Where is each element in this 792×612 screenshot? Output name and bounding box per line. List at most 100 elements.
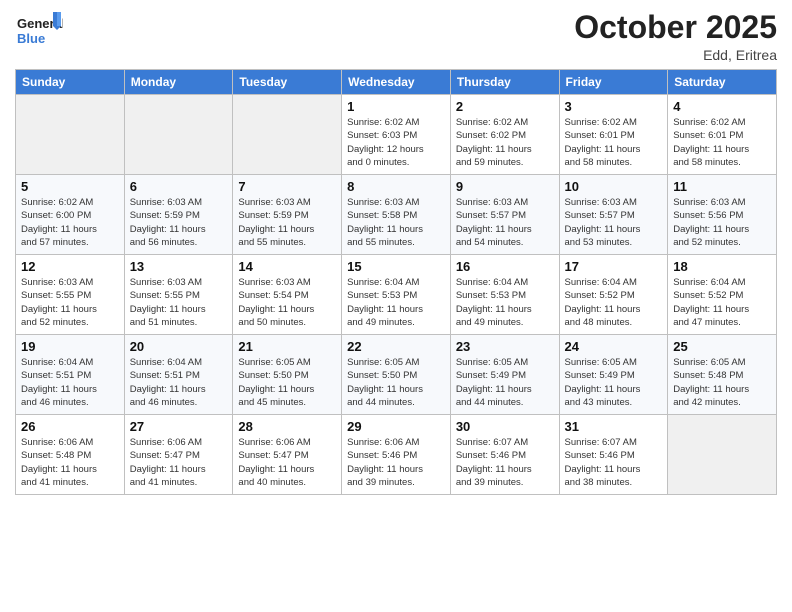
day-number: 11 (673, 179, 771, 194)
calendar-week-row: 26 Sunrise: 6:06 AM Sunset: 5:48 PM Dayli… (16, 415, 777, 495)
logo: General Blue (15, 10, 63, 50)
calendar-cell: 12 Sunrise: 6:03 AM Sunset: 5:55 PM Dayli… (16, 255, 125, 335)
day-number: 13 (130, 259, 228, 274)
calendar-cell: 4 Sunrise: 6:02 AM Sunset: 6:01 PM Daylig… (668, 95, 777, 175)
day-number: 30 (456, 419, 554, 434)
calendar-cell: 30 Sunrise: 6:07 AM Sunset: 5:46 PM Dayli… (450, 415, 559, 495)
day-number: 21 (238, 339, 336, 354)
day-number: 5 (21, 179, 119, 194)
calendar-cell: 22Sunrise: 6:05 AM Sunset: 5:50 PM Dayli… (342, 335, 451, 415)
day-info: Sunrise: 6:05 AM Sunset: 5:49 PM Dayligh… (456, 356, 554, 409)
day-info: Sunrise: 6:04 AM Sunset: 5:51 PM Dayligh… (21, 356, 119, 409)
day-number: 24 (565, 339, 663, 354)
weekday-header: Tuesday (233, 70, 342, 95)
calendar-week-row: 5 Sunrise: 6:02 AM Sunset: 6:00 PM Daylig… (16, 175, 777, 255)
day-number: 20 (130, 339, 228, 354)
calendar-cell: 20 Sunrise: 6:04 AM Sunset: 5:51 PM Dayli… (124, 335, 233, 415)
day-info: Sunrise: 6:03 AM Sunset: 5:55 PM Dayligh… (21, 276, 119, 329)
day-number: 23 (456, 339, 554, 354)
day-info: Sunrise: 6:03 AM Sunset: 5:58 PM Dayligh… (347, 196, 445, 249)
day-number: 28 (238, 419, 336, 434)
day-info: Sunrise: 6:03 AM Sunset: 5:56 PM Dayligh… (673, 196, 771, 249)
day-info: Sunrise: 6:02 AM Sunset: 6:02 PM Dayligh… (456, 116, 554, 169)
header: General Blue October 2025 Edd, Eritrea (15, 10, 777, 63)
day-number: 9 (456, 179, 554, 194)
day-info: Sunrise: 6:05 AM Sunset: 5:50 PM Dayligh… (347, 356, 445, 409)
calendar-cell: 15 Sunrise: 6:04 AM Sunset: 5:53 PM Dayli… (342, 255, 451, 335)
day-number: 12 (21, 259, 119, 274)
day-number: 6 (130, 179, 228, 194)
day-number: 10 (565, 179, 663, 194)
month-title: October 2025 (574, 10, 777, 45)
day-info: Sunrise: 6:03 AM Sunset: 5:55 PM Dayligh… (130, 276, 228, 329)
calendar-cell (16, 95, 125, 175)
calendar-cell: 31 Sunrise: 6:07 AM Sunset: 5:46 PM Dayli… (559, 415, 668, 495)
day-number: 27 (130, 419, 228, 434)
title-block: October 2025 Edd, Eritrea (574, 10, 777, 63)
day-info: Sunrise: 6:02 AM Sunset: 6:01 PM Dayligh… (673, 116, 771, 169)
day-info: Sunrise: 6:04 AM Sunset: 5:51 PM Dayligh… (130, 356, 228, 409)
day-info: Sunrise: 6:05 AM Sunset: 5:48 PM Dayligh… (673, 356, 771, 409)
day-number: 19 (21, 339, 119, 354)
day-info: Sunrise: 6:04 AM Sunset: 5:53 PM Dayligh… (347, 276, 445, 329)
calendar-cell: 29 Sunrise: 6:06 AM Sunset: 5:46 PM Dayli… (342, 415, 451, 495)
calendar-cell: 13 Sunrise: 6:03 AM Sunset: 5:55 PM Dayli… (124, 255, 233, 335)
page: General Blue October 2025 Edd, Eritrea S… (0, 0, 792, 612)
weekday-header: Thursday (450, 70, 559, 95)
day-info: Sunrise: 6:02 AM Sunset: 6:00 PM Dayligh… (21, 196, 119, 249)
calendar-cell: 18Sunrise: 6:04 AM Sunset: 5:52 PM Dayli… (668, 255, 777, 335)
day-number: 15 (347, 259, 445, 274)
day-number: 2 (456, 99, 554, 114)
calendar-cell: 26 Sunrise: 6:06 AM Sunset: 5:48 PM Dayli… (16, 415, 125, 495)
calendar-week-row: 1 Sunrise: 6:02 AM Sunset: 6:03 PM Daylig… (16, 95, 777, 175)
day-info: Sunrise: 6:05 AM Sunset: 5:50 PM Dayligh… (238, 356, 336, 409)
day-info: Sunrise: 6:03 AM Sunset: 5:59 PM Dayligh… (130, 196, 228, 249)
day-number: 7 (238, 179, 336, 194)
day-number: 4 (673, 99, 771, 114)
calendar-cell: 8 Sunrise: 6:03 AM Sunset: 5:58 PM Daylig… (342, 175, 451, 255)
day-info: Sunrise: 6:06 AM Sunset: 5:47 PM Dayligh… (130, 436, 228, 489)
day-number: 29 (347, 419, 445, 434)
logo-svg: General Blue (15, 10, 63, 50)
calendar-cell: 17 Sunrise: 6:04 AM Sunset: 5:52 PM Dayli… (559, 255, 668, 335)
calendar-cell: 16Sunrise: 6:04 AM Sunset: 5:53 PM Dayli… (450, 255, 559, 335)
calendar-cell (668, 415, 777, 495)
day-info: Sunrise: 6:04 AM Sunset: 5:53 PM Dayligh… (456, 276, 554, 329)
weekday-header: Sunday (16, 70, 125, 95)
day-number: 8 (347, 179, 445, 194)
day-info: Sunrise: 6:03 AM Sunset: 5:54 PM Dayligh… (238, 276, 336, 329)
day-number: 14 (238, 259, 336, 274)
svg-text:Blue: Blue (17, 31, 45, 46)
calendar-cell: 19 Sunrise: 6:04 AM Sunset: 5:51 PM Dayli… (16, 335, 125, 415)
day-number: 17 (565, 259, 663, 274)
day-info: Sunrise: 6:06 AM Sunset: 5:47 PM Dayligh… (238, 436, 336, 489)
day-number: 26 (21, 419, 119, 434)
day-number: 31 (565, 419, 663, 434)
calendar-cell: 2 Sunrise: 6:02 AM Sunset: 6:02 PM Daylig… (450, 95, 559, 175)
calendar-cell (233, 95, 342, 175)
day-info: Sunrise: 6:06 AM Sunset: 5:48 PM Dayligh… (21, 436, 119, 489)
day-number: 1 (347, 99, 445, 114)
calendar-cell: 21 Sunrise: 6:05 AM Sunset: 5:50 PM Dayli… (233, 335, 342, 415)
weekday-header: Wednesday (342, 70, 451, 95)
day-info: Sunrise: 6:03 AM Sunset: 5:57 PM Dayligh… (565, 196, 663, 249)
weekday-header: Saturday (668, 70, 777, 95)
weekday-header: Monday (124, 70, 233, 95)
calendar-cell: 23 Sunrise: 6:05 AM Sunset: 5:49 PM Dayli… (450, 335, 559, 415)
day-info: Sunrise: 6:05 AM Sunset: 5:49 PM Dayligh… (565, 356, 663, 409)
calendar-cell: 27 Sunrise: 6:06 AM Sunset: 5:47 PM Dayli… (124, 415, 233, 495)
calendar-cell: 5 Sunrise: 6:02 AM Sunset: 6:00 PM Daylig… (16, 175, 125, 255)
day-info: Sunrise: 6:07 AM Sunset: 5:46 PM Dayligh… (456, 436, 554, 489)
day-info: Sunrise: 6:04 AM Sunset: 5:52 PM Dayligh… (565, 276, 663, 329)
day-info: Sunrise: 6:07 AM Sunset: 5:46 PM Dayligh… (565, 436, 663, 489)
calendar-body: 1 Sunrise: 6:02 AM Sunset: 6:03 PM Daylig… (16, 95, 777, 495)
calendar-week-row: 19 Sunrise: 6:04 AM Sunset: 5:51 PM Dayli… (16, 335, 777, 415)
calendar-cell: 1 Sunrise: 6:02 AM Sunset: 6:03 PM Daylig… (342, 95, 451, 175)
calendar-cell: 25Sunrise: 6:05 AM Sunset: 5:48 PM Dayli… (668, 335, 777, 415)
day-number: 3 (565, 99, 663, 114)
calendar-cell: 9Sunrise: 6:03 AM Sunset: 5:57 PM Daylig… (450, 175, 559, 255)
calendar-table: SundayMondayTuesdayWednesdayThursdayFrid… (15, 69, 777, 495)
day-info: Sunrise: 6:06 AM Sunset: 5:46 PM Dayligh… (347, 436, 445, 489)
day-info: Sunrise: 6:02 AM Sunset: 6:03 PM Dayligh… (347, 116, 445, 169)
location-subtitle: Edd, Eritrea (574, 47, 777, 63)
